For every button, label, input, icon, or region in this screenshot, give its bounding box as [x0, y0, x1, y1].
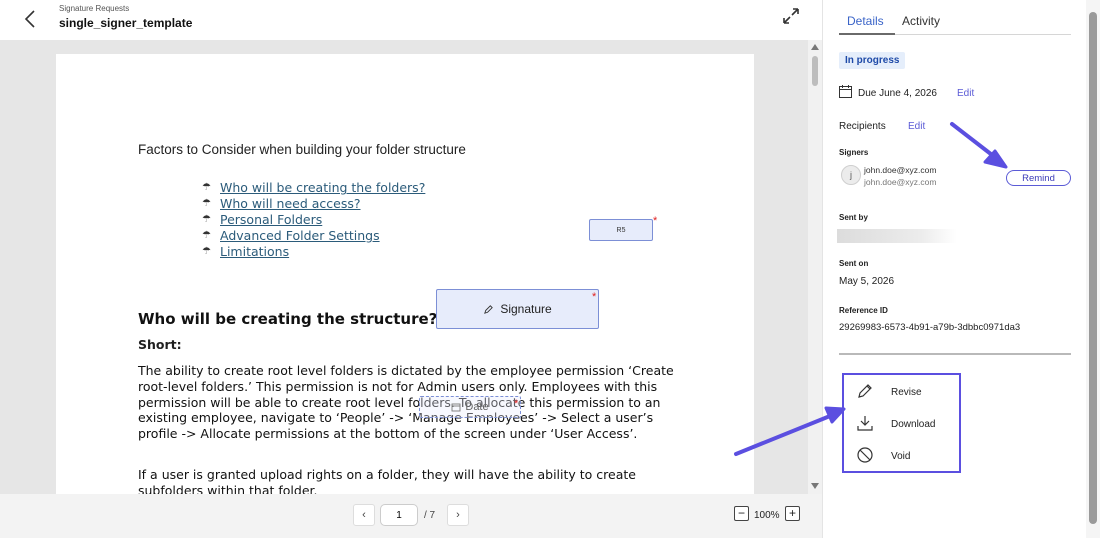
signer-email-secondary: john.doe@xyz.com	[864, 177, 937, 187]
calendar-icon	[451, 403, 461, 412]
sent-on-value: May 5, 2026	[839, 276, 895, 287]
breadcrumb[interactable]: Signature Requests	[59, 4, 129, 13]
short-label: Short:	[138, 337, 182, 352]
viewer-scrollbar[interactable]	[808, 40, 822, 494]
download-label: Download	[891, 419, 936, 430]
calendar-icon	[839, 85, 852, 98]
section-title: Who will be creating the structure?	[138, 310, 438, 328]
toc-link[interactable]: Who will need access?	[220, 196, 361, 211]
sent-by-redacted	[837, 229, 957, 243]
zoom-out-button[interactable]: −	[734, 506, 749, 521]
download-action[interactable]: Download	[844, 411, 958, 437]
remind-button[interactable]: Remind	[1006, 170, 1071, 186]
sent-by-label: Sent by	[839, 213, 868, 222]
avatar: j	[841, 165, 861, 185]
document-heading: Factors to Consider when building your f…	[138, 142, 466, 157]
paragraph: The ability to create root level folders…	[138, 363, 674, 442]
app-root: Signature Requests single_signer_templat…	[0, 0, 1100, 538]
panel-divider	[839, 353, 1071, 355]
status-badge: In progress	[839, 52, 906, 69]
void-action[interactable]: Void	[844, 443, 958, 469]
zoom-level: 100%	[754, 510, 780, 521]
required-marker: *	[653, 215, 658, 227]
edit-recipients-link[interactable]: Edit	[908, 121, 925, 132]
prev-page-button[interactable]: ‹	[353, 504, 375, 526]
next-page-button[interactable]: ›	[447, 504, 469, 526]
expand-icon[interactable]	[781, 6, 801, 26]
date-field[interactable]: Date	[419, 396, 521, 418]
scroll-down-icon[interactable]	[811, 483, 819, 489]
bullet-icon: ☂	[202, 182, 211, 194]
signers-label: Signers	[839, 148, 869, 157]
reference-id-value: 29269983-6573-4b91-a79b-3dbbc0971da3	[839, 322, 1021, 333]
toc-item: ☂ Advanced Folder Settings	[202, 227, 425, 243]
back-arrow-icon[interactable]	[20, 8, 42, 30]
document-viewer[interactable]: Factors to Consider when building your f…	[0, 40, 808, 494]
edit-due-date-link[interactable]: Edit	[957, 88, 974, 99]
sent-on-label: Sent on	[839, 259, 869, 268]
void-label: Void	[891, 451, 911, 462]
document-header: Signature Requests single_signer_templat…	[0, 0, 822, 40]
pen-icon	[484, 304, 494, 314]
toc-item: ☂ Personal Folders	[202, 212, 425, 228]
date-field-label: Date	[465, 401, 489, 413]
signature-field-label: Signature	[500, 302, 552, 316]
page-number-input[interactable]	[380, 504, 418, 526]
block-icon	[857, 447, 873, 463]
required-marker: *	[592, 291, 597, 303]
required-marker: *	[514, 398, 519, 410]
zoom-in-button[interactable]: +	[785, 506, 800, 521]
toc-link[interactable]: Limitations	[220, 244, 289, 259]
download-icon	[857, 416, 873, 431]
toc-item: ☂ Who will need access?	[202, 196, 425, 212]
bullet-icon: ☂	[202, 245, 211, 257]
viewer-scroll-thumb[interactable]	[812, 56, 818, 86]
scroll-up-icon[interactable]	[811, 44, 819, 50]
details-panel: Details Activity In progress Due June 4,…	[822, 0, 1086, 538]
initials-field[interactable]: R5	[589, 219, 653, 241]
signature-field[interactable]: Signature	[436, 289, 599, 329]
toc-link[interactable]: Advanced Folder Settings	[220, 228, 380, 243]
signer-email: john.doe@xyz.com	[864, 165, 937, 175]
toc-item: ☂ Who will be creating the folders?	[202, 180, 425, 196]
due-date: Due June 4, 2026	[858, 88, 937, 99]
document-page: Factors to Consider when building your f…	[56, 54, 754, 494]
tab-details[interactable]: Details	[847, 14, 884, 28]
reference-id-label: Reference ID	[839, 306, 888, 315]
window-scroll-thumb[interactable]	[1089, 12, 1097, 524]
bullet-icon: ☂	[202, 198, 211, 210]
initials-field-label: R5	[616, 226, 626, 234]
toc-link[interactable]: Who will be creating the folders?	[220, 180, 425, 195]
page-total: / 7	[424, 510, 436, 521]
recipients-label: Recipients	[839, 121, 886, 132]
actions-highlight-box: Revise Download Void	[842, 373, 961, 473]
page-title: single_signer_template	[59, 16, 193, 30]
bullet-icon: ☂	[202, 213, 211, 225]
pencil-icon	[858, 384, 872, 398]
revise-action[interactable]: Revise	[844, 379, 958, 405]
revise-label: Revise	[891, 387, 922, 398]
toc-link[interactable]: Personal Folders	[220, 212, 322, 227]
toc-item: ☂ Limitations	[202, 243, 425, 259]
active-tab-indicator	[839, 33, 895, 35]
tab-activity[interactable]: Activity	[902, 14, 940, 28]
viewer-footer: ‹ / 7 › − 100% +	[0, 494, 822, 538]
bullet-icon: ☂	[202, 229, 211, 241]
paragraph: If a user is granted upload rights on a …	[138, 467, 636, 494]
table-of-contents: ☂ Who will be creating the folders? ☂ Who …	[202, 180, 425, 259]
